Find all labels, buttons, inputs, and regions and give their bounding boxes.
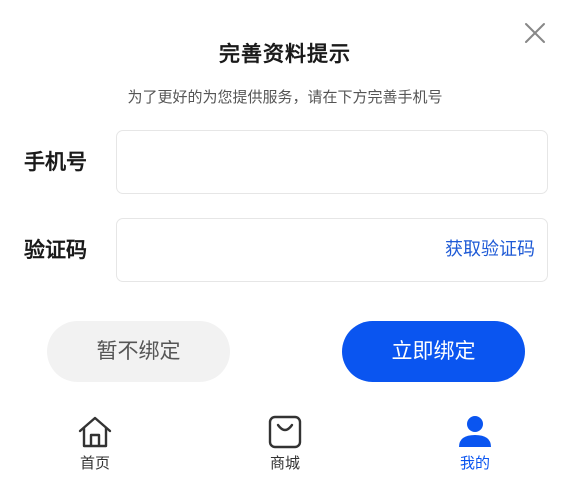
shopping-bag-icon: [268, 415, 302, 449]
code-label: 验证码: [24, 238, 87, 262]
dialog-title: 完善资料提示: [219, 42, 351, 66]
tab-mall-label: 商城: [269, 454, 300, 472]
tab-mine-label: 我的: [459, 454, 490, 472]
tab-home[interactable]: 首页: [40, 413, 150, 479]
dialog-subtitle: 为了更好的为您提供服务，请在下方完善手机号: [127, 88, 443, 106]
bottom-tab-bar: 首页 商城 我的: [0, 405, 570, 479]
phone-label: 手机号: [24, 150, 87, 174]
tab-home-label: 首页: [79, 454, 110, 472]
home-icon: [78, 416, 112, 448]
code-field-box[interactable]: 获取验证码: [116, 218, 548, 283]
phone-field-box[interactable]: [116, 130, 548, 195]
phone-field-row: 手机号: [0, 130, 570, 195]
get-code-button[interactable]: 获取验证码: [445, 219, 535, 281]
skip-bind-button[interactable]: 暂不绑定: [47, 321, 230, 382]
tab-mall[interactable]: 商城: [230, 413, 340, 479]
tab-mine[interactable]: 我的: [420, 413, 530, 479]
code-input[interactable]: [131, 219, 425, 283]
bind-phone-dialog: 完善资料提示 为了更好的为您提供服务，请在下方完善手机号 手机号 验证码 获取验…: [0, 0, 570, 479]
code-field-row: 验证码 获取验证码: [0, 218, 570, 283]
phone-input[interactable]: [131, 131, 425, 195]
user-icon: [459, 416, 491, 447]
bind-now-button[interactable]: 立即绑定: [342, 321, 525, 382]
